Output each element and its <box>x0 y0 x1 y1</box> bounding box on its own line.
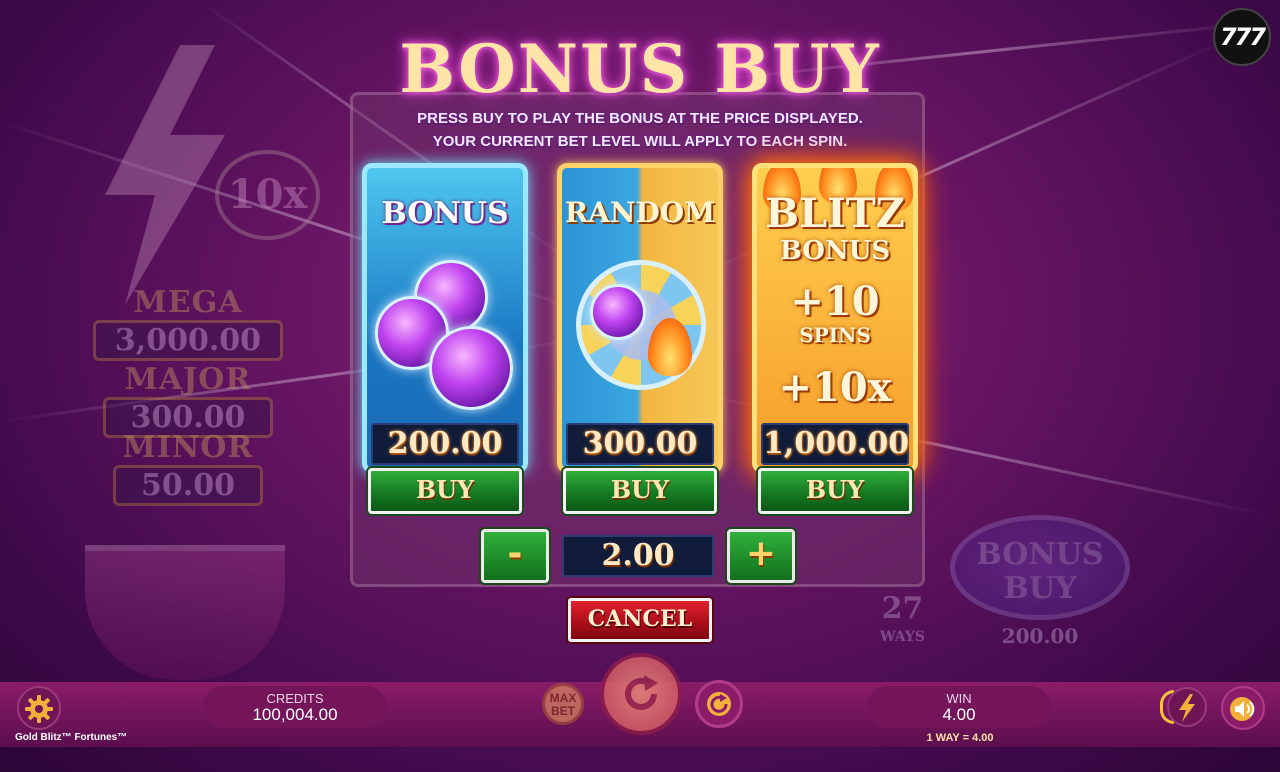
lightning-bolt-icon <box>1179 694 1195 722</box>
price-display: 200.00 <box>371 423 519 465</box>
turbo-button[interactable] <box>1167 687 1207 727</box>
gem-icon <box>590 284 646 340</box>
card-title: BONUS <box>381 196 509 231</box>
settings-button[interactable] <box>17 686 61 730</box>
instructions-line-2: YOUR CURRENT BET LEVEL WILL APPLY TO EAC… <box>432 133 848 150</box>
multiplier-feature: +10x <box>778 364 892 411</box>
win-label: WIN <box>946 691 972 706</box>
card-title: RANDOM <box>564 196 716 229</box>
bet-value: 2.00 <box>562 535 714 577</box>
credits-value: 100,004.00 <box>252 705 338 724</box>
modal-title: BONUS BUY <box>399 30 881 108</box>
decrease-bet-button[interactable]: - <box>481 529 549 583</box>
price-display: 300.00 <box>566 423 714 465</box>
ways-info: 1 WAY = 4.00 <box>926 732 994 744</box>
buy-bonus-button[interactable]: BUY <box>368 468 522 514</box>
card-subtitle: BONUS <box>779 236 891 266</box>
max-bet-button[interactable]: MAX BET <box>542 683 584 725</box>
bonus-card: BONUS 200.00 <box>362 163 528 473</box>
spins-label: SPINS <box>799 323 871 347</box>
buy-random-button[interactable]: BUY <box>563 468 717 514</box>
game-name: Gold Blitz™ Fortunes™ <box>15 732 128 743</box>
buy-blitz-bonus-button[interactable]: BUY <box>758 468 912 514</box>
increase-bet-button[interactable]: + <box>727 529 795 583</box>
credits-display: CREDITS 100,004.00 <box>203 686 387 728</box>
random-card: RANDOM 300.00 <box>557 163 723 473</box>
gem-icon <box>429 326 513 410</box>
autoplay-button[interactable] <box>695 680 743 728</box>
extra-spins: +10 <box>790 278 880 325</box>
price-display: 1,000.00 <box>761 423 909 465</box>
autoplay-icon <box>707 692 731 716</box>
win-value: 4.00 <box>942 705 976 724</box>
win-display: WIN 4.00 <box>867 686 1051 728</box>
blitz-bonus-card: BLITZ BONUS +10 SPINS +10x 1,000.00 <box>752 163 918 473</box>
gear-icon <box>25 695 53 723</box>
spin-arrow-icon <box>625 675 658 710</box>
sound-button[interactable] <box>1221 686 1265 730</box>
cancel-button[interactable]: CANCEL <box>568 598 712 642</box>
speaker-icon <box>1230 697 1255 721</box>
instructions-line-1: PRESS BUY TO PLAY THE BONUS AT THE PRICE… <box>417 110 863 127</box>
card-title: BLITZ <box>765 190 905 237</box>
credits-label: CREDITS <box>266 691 324 706</box>
spin-button[interactable] <box>600 653 682 735</box>
